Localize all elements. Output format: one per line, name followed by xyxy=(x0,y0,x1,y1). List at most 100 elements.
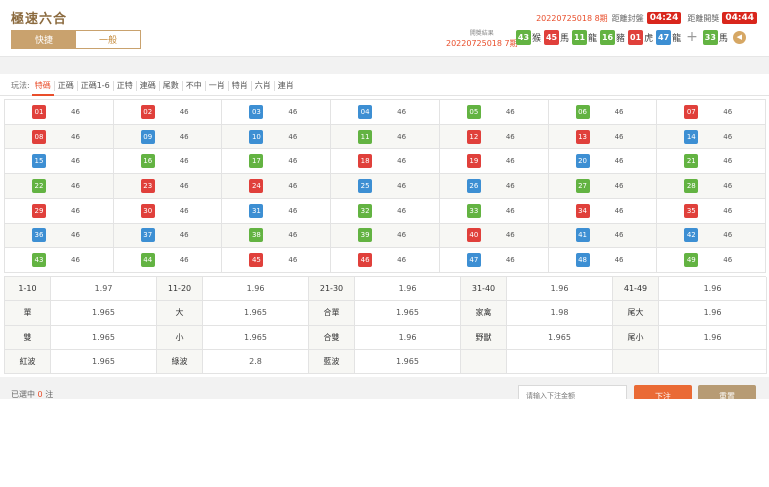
number-cell[interactable]: 19 46 xyxy=(439,149,549,175)
number-cell[interactable]: 02 46 xyxy=(113,100,223,125)
combo-odds[interactable]: 1.96 xyxy=(355,325,461,350)
combo-label: 單 xyxy=(5,301,51,326)
number-cell[interactable]: 17 46 xyxy=(222,149,332,175)
number-cell[interactable]: 25 46 xyxy=(331,174,440,199)
combo-odds[interactable]: 1.965 xyxy=(51,349,157,374)
combo-odds[interactable]: 1.96 xyxy=(507,277,613,302)
combo-odds[interactable]: 1.98 xyxy=(507,301,613,326)
number-cell[interactable]: 31 46 xyxy=(222,198,332,224)
number-cell[interactable]: 48 46 xyxy=(548,248,658,273)
number-cell[interactable]: 05 46 xyxy=(439,100,549,125)
speaker-icon[interactable]: ◀ xyxy=(732,30,746,44)
number-cell[interactable]: 07 46 xyxy=(657,100,766,125)
tab-play-type[interactable]: 連肖 xyxy=(275,81,297,91)
number-cell[interactable]: 12 46 xyxy=(439,124,549,150)
number-cell[interactable]: 47 46 xyxy=(439,248,549,273)
number-ball: 48 xyxy=(575,253,590,268)
result-zodiac: 龍 xyxy=(588,33,598,44)
number-cell[interactable]: 04 46 xyxy=(331,100,440,125)
number-cell[interactable]: 11 46 xyxy=(331,124,440,150)
number-cell[interactable]: 32 46 xyxy=(331,198,440,224)
number-cell[interactable]: 36 46 xyxy=(5,223,114,249)
number-cell[interactable]: 38 46 xyxy=(222,223,332,249)
tab-play-type[interactable]: 正特 xyxy=(114,80,137,91)
combo-odds[interactable]: 1.96 xyxy=(659,277,767,302)
number-cell[interactable]: 26 46 xyxy=(439,174,549,199)
special-ball: 33 xyxy=(702,29,718,45)
number-cell[interactable]: 01 46 xyxy=(5,100,114,125)
bet-amount-input[interactable] xyxy=(518,385,627,399)
number-cell[interactable]: 18 46 xyxy=(331,149,440,175)
number-cell[interactable]: 29 46 xyxy=(5,198,114,224)
mode-tab-quick[interactable]: 快捷 xyxy=(12,31,76,48)
number-cell[interactable]: 23 46 xyxy=(113,174,223,199)
number-cell[interactable]: 10 46 xyxy=(222,124,332,150)
number-cell[interactable]: 06 46 xyxy=(548,100,658,125)
number-cell[interactable]: 39 46 xyxy=(331,223,440,249)
combo-odds[interactable]: 1.965 xyxy=(203,301,309,326)
number-cell[interactable]: 43 46 xyxy=(5,248,114,273)
number-cell[interactable]: 49 46 xyxy=(657,248,766,273)
combo-odds[interactable]: 1.96 xyxy=(355,277,461,302)
result-ball: 01 xyxy=(628,29,644,45)
number-cell[interactable]: 24 46 xyxy=(222,174,332,199)
result-ball: 11 xyxy=(572,29,588,45)
number-cell[interactable]: 40 46 xyxy=(439,223,549,249)
combo-odds[interactable]: 1.965 xyxy=(51,301,157,326)
tab-play-type[interactable]: 特碼 xyxy=(31,80,55,96)
number-cell[interactable]: 35 46 xyxy=(657,198,766,224)
number-cell[interactable]: 27 46 xyxy=(548,174,658,199)
number-cell[interactable]: 28 46 xyxy=(657,174,766,199)
number-odds: 46 xyxy=(397,256,407,265)
number-cell[interactable]: 41 46 xyxy=(548,223,658,249)
reset-button[interactable]: 重置 xyxy=(698,385,756,399)
number-cell[interactable]: 08 46 xyxy=(5,124,114,150)
combo-odds[interactable]: 1.96 xyxy=(659,301,767,326)
number-cell[interactable]: 09 46 xyxy=(113,124,223,150)
number-cell[interactable]: 46 46 xyxy=(331,248,440,273)
number-cell[interactable]: 15 46 xyxy=(5,149,114,175)
combo-odds[interactable]: 2.8 xyxy=(203,349,309,374)
tab-play-type[interactable]: 尾數 xyxy=(160,80,183,91)
number-cell[interactable]: 42 46 xyxy=(657,223,766,249)
tab-play-type[interactable]: 正碼 xyxy=(55,80,78,91)
number-odds: 46 xyxy=(723,132,733,141)
combo-odds[interactable]: 1.965 xyxy=(355,301,461,326)
combo-odds[interactable]: 1.965 xyxy=(51,325,157,350)
combo-odds[interactable]: 1.965 xyxy=(203,325,309,350)
play-type-label: 玩法: xyxy=(11,81,30,90)
number-cell[interactable]: 20 46 xyxy=(548,149,658,175)
number-ball: 42 xyxy=(684,228,699,243)
number-cell[interactable]: 34 46 xyxy=(548,198,658,224)
tab-play-type[interactable]: 特肖 xyxy=(229,80,252,91)
tab-play-type[interactable]: 六肖 xyxy=(252,80,275,91)
number-cell[interactable]: 21 46 xyxy=(657,149,766,175)
number-cell[interactable]: 14 46 xyxy=(657,124,766,150)
tab-play-type[interactable]: 不中 xyxy=(183,80,206,91)
number-cell[interactable]: 44 46 xyxy=(113,248,223,273)
number-odds: 46 xyxy=(71,132,80,141)
number-ball: 27 xyxy=(575,178,590,193)
combo-odds[interactable]: 1.96 xyxy=(203,277,309,302)
combo-odds[interactable]: 1.96 xyxy=(659,325,767,350)
number-cell[interactable]: 33 46 xyxy=(439,198,549,224)
number-odds: 46 xyxy=(288,132,298,141)
tab-play-type[interactable]: 一肖 xyxy=(206,80,229,91)
number-cell[interactable]: 22 46 xyxy=(5,174,114,199)
tab-play-type[interactable]: 連碼 xyxy=(137,80,160,91)
number-cell[interactable]: 13 46 xyxy=(548,124,658,150)
number-cell[interactable]: 37 46 xyxy=(113,223,223,249)
combo-odds[interactable]: 1.965 xyxy=(355,349,461,374)
combo-odds[interactable]: 1.97 xyxy=(51,277,157,302)
play-type-tabs: 玩法: 特碼 正碼 正碼1-6 正特 連碼 尾數 不中 一肖 特肖 六肖 連肖 xyxy=(0,76,769,96)
selected-prefix: 已選中 xyxy=(11,390,35,399)
number-cell[interactable]: 45 46 xyxy=(222,248,332,273)
mode-tab-normal[interactable]: 一般 xyxy=(76,31,140,48)
number-cell[interactable]: 30 46 xyxy=(113,198,223,224)
tab-play-type[interactable]: 正碼1-6 xyxy=(78,80,114,91)
number-cell[interactable]: 03 46 xyxy=(222,100,332,125)
combo-odds[interactable]: 1.965 xyxy=(507,325,613,350)
number-cell[interactable]: 16 46 xyxy=(113,149,223,175)
submit-bet-button[interactable]: 下注 xyxy=(634,385,692,399)
number-odds: 46 xyxy=(614,132,624,141)
